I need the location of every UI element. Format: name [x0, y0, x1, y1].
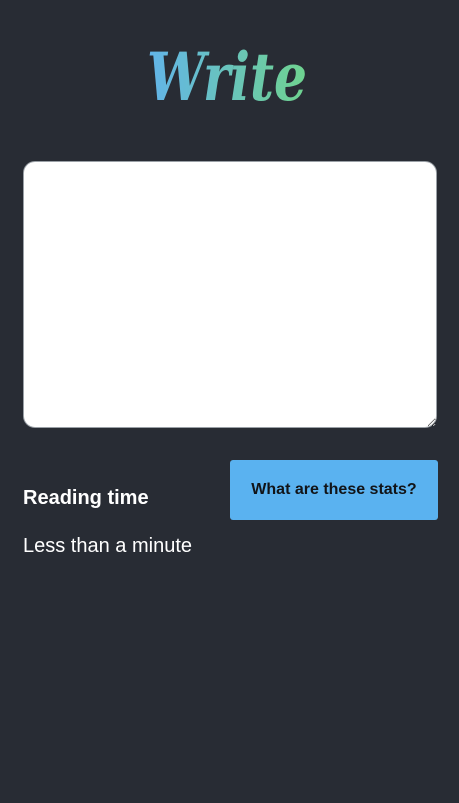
what-are-these-stats-button[interactable]: What are these stats?: [230, 460, 438, 520]
write-logo-wordmark: Write: [147, 38, 307, 114]
text-editor[interactable]: [23, 161, 437, 428]
svg-text:Write: Write: [147, 38, 307, 114]
write-logo: Write: [143, 38, 315, 114]
reading-time-label: Reading time: [23, 487, 149, 509]
write-app: Write What are these stats? Reading time…: [0, 0, 459, 803]
reading-time-value: Less than a minute: [23, 535, 192, 557]
